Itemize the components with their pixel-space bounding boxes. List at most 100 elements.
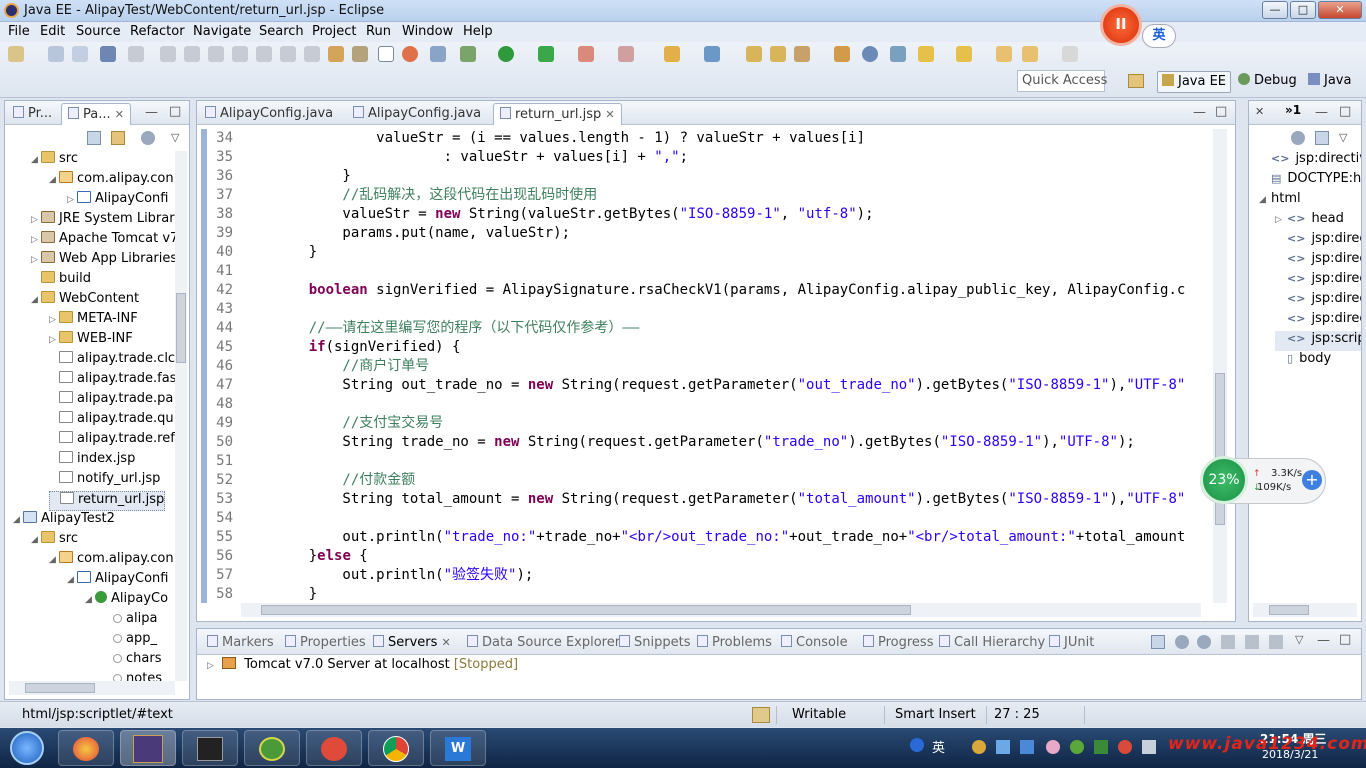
code-line[interactable]: 58 } <box>207 585 317 603</box>
perspective-java[interactable]: Java <box>1304 71 1355 93</box>
forward-icon[interactable] <box>1062 46 1078 62</box>
code-line[interactable]: 52 //付款金额 <box>207 471 415 490</box>
link-with-editor-icon[interactable] <box>111 131 125 145</box>
minimize-view-icon[interactable]: — <box>145 105 158 120</box>
new-server-icon[interactable] <box>430 46 446 62</box>
toggle-breadcrumb-icon[interactable] <box>890 46 906 62</box>
taskbar-app-1[interactable] <box>58 730 114 766</box>
next-annotation-icon[interactable] <box>918 46 934 62</box>
menu-help[interactable]: Help <box>463 24 493 39</box>
maximize-view-icon[interactable]: □ <box>169 104 181 119</box>
explorer-horizontal-scrollbar[interactable] <box>9 681 175 695</box>
outline-item[interactable]: <> jsp:directive <box>1259 151 1361 171</box>
maximize-view-icon[interactable]: □ <box>1339 104 1351 119</box>
code-line[interactable]: 51 <box>207 452 275 471</box>
expanded-arrow-icon[interactable]: ◢ <box>31 535 41 545</box>
menu-run[interactable]: Run <box>366 24 391 39</box>
profile-server-icon[interactable] <box>1221 635 1235 649</box>
web-browser-icon[interactable] <box>402 46 418 62</box>
tree-item[interactable]: ◢ src <box>31 531 78 551</box>
tree-item[interactable]: alipay.trade.fas <box>49 371 177 391</box>
editor-vertical-scrollbar[interactable] <box>1213 129 1227 603</box>
console-icon[interactable] <box>100 46 116 62</box>
tree-item[interactable]: notify_url.jsp <box>49 471 160 491</box>
tab-data-source-explorer[interactable]: Data Source Explorer <box>461 632 626 654</box>
tree-item[interactable]: ◢ AlipayCo <box>85 591 168 611</box>
tab-project-explorer[interactable]: Pr... <box>7 103 58 125</box>
perspective-debug[interactable]: Debug <box>1234 71 1301 93</box>
expanded-arrow-icon[interactable]: ◢ <box>67 575 77 585</box>
tray-icon[interactable] <box>996 740 1010 754</box>
expanded-arrow-icon[interactable]: ◢ <box>1259 195 1271 205</box>
outline-item[interactable]: ▯ body <box>1275 351 1331 371</box>
code-line[interactable]: 36 } <box>207 167 351 186</box>
tab-console[interactable]: Console <box>775 632 854 654</box>
maximize-view-icon[interactable]: □ <box>1339 632 1351 647</box>
step-over-icon[interactable] <box>280 46 296 62</box>
taskbar-word[interactable]: W <box>430 730 486 766</box>
previous-annotation-icon[interactable] <box>956 46 972 62</box>
tree-item[interactable]: alipay.trade.ref <box>49 431 175 451</box>
menu-search[interactable]: Search <box>259 24 304 39</box>
outline-item[interactable]: <> jsp:direc <box>1275 251 1361 271</box>
step-return-icon[interactable] <box>304 46 320 62</box>
tray-icon[interactable] <box>1046 740 1060 754</box>
suspend-icon[interactable] <box>184 46 200 62</box>
tab-return-url-jsp[interactable]: return_url.jsp ✕ <box>493 103 622 125</box>
outline-settings-icon[interactable] <box>1291 131 1305 145</box>
open-type-icon[interactable] <box>746 46 762 62</box>
collapsed-arrow-icon[interactable]: ▷ <box>67 195 77 205</box>
resume-icon[interactable] <box>160 46 176 62</box>
collapse-all-icon[interactable] <box>1315 131 1329 145</box>
menu-source[interactable]: Source <box>76 24 121 39</box>
outline-item[interactable]: ▷ <> head <box>1275 211 1344 231</box>
menu-project[interactable]: Project <box>312 24 356 39</box>
profile-icon[interactable] <box>618 46 634 62</box>
tree-item[interactable]: ◢ WebContent <box>31 291 139 311</box>
speedup-plus-icon[interactable]: + <box>1302 470 1322 490</box>
stop-server-icon[interactable] <box>1245 635 1259 649</box>
outline-item[interactable]: <> jsp:direc <box>1275 231 1361 251</box>
tree-item[interactable]: ▷ WEB-INF <box>49 331 133 351</box>
code-line[interactable]: 46 //商户订单号 <box>207 357 429 376</box>
close-button[interactable]: ✕ <box>1318 1 1362 19</box>
tree-item[interactable]: notes <box>103 671 162 681</box>
code-line[interactable]: 40 } <box>207 243 317 262</box>
expanded-arrow-icon[interactable]: ◢ <box>49 555 59 565</box>
chevron-down-icon[interactable]: ▽ <box>1295 633 1303 646</box>
tree-item[interactable]: ◢ src <box>31 151 78 171</box>
taskbar-app-5[interactable] <box>306 730 362 766</box>
search-tray-icon[interactable] <box>910 738 924 752</box>
last-edit-location-icon[interactable] <box>996 46 1012 62</box>
chevron-down-icon[interactable]: ▽ <box>171 131 179 144</box>
tray-icon[interactable] <box>1070 740 1084 754</box>
code-line[interactable]: 39 params.put(name, valueStr); <box>207 224 570 243</box>
tab-properties[interactable]: Properties <box>279 632 372 654</box>
tree-item[interactable]: ◢ AlipayConfi <box>67 571 169 591</box>
code-line[interactable]: 44 //——请在这里编写您的程序（以下代码仅作参考）—— <box>207 319 639 338</box>
collapsed-arrow-icon[interactable]: ▷ <box>1275 215 1287 225</box>
drop-to-frame-icon[interactable] <box>328 46 344 62</box>
toggle-mark-occurrences-icon[interactable] <box>378 46 394 62</box>
tree-item[interactable]: index.jsp <box>49 451 135 471</box>
run-external-tool-icon[interactable] <box>538 46 554 62</box>
perspective-java-ee[interactable]: Java EE <box>1157 71 1232 93</box>
tab-progress[interactable]: Progress <box>857 632 939 654</box>
run-icon[interactable] <box>498 46 514 62</box>
tree-item[interactable]: chars <box>103 651 161 671</box>
code-line[interactable]: 34 valueStr = (i == values.length - 1) ?… <box>207 129 865 148</box>
back-icon[interactable] <box>1022 46 1038 62</box>
close-icon[interactable]: ✕ <box>605 108 614 121</box>
quick-access-input[interactable]: Quick Access <box>1017 70 1107 92</box>
skip-breakpoints-icon[interactable] <box>128 46 144 62</box>
taskbar-chrome[interactable] <box>368 730 424 766</box>
tree-item[interactable]: build <box>31 271 91 291</box>
shield-icon[interactable] <box>1094 740 1108 754</box>
outline-item[interactable]: <> jsp:direc <box>1275 291 1361 311</box>
coverage-icon[interactable] <box>578 46 594 62</box>
taskbar-app-4[interactable] <box>244 730 300 766</box>
tree-item[interactable]: ▷ Web App Libraries <box>31 251 177 271</box>
new-icon[interactable] <box>8 46 24 62</box>
menu-refactor[interactable]: Refactor <box>130 24 185 39</box>
minimize-view-icon[interactable]: — <box>1315 105 1328 120</box>
